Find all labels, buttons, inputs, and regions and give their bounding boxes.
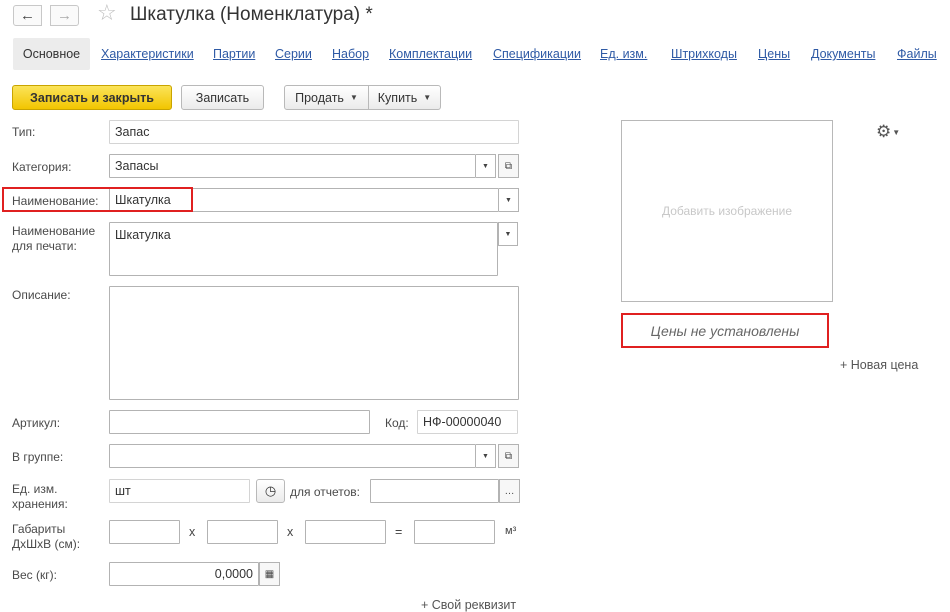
unit-label-line1: Ед. изм. [12,482,58,496]
tab-characteristics[interactable]: Характеристики [101,47,194,61]
unit-label-line2: хранения: [12,497,68,511]
weight-label: Вес (кг): [12,568,57,582]
sell-button-label: Продать [295,90,344,105]
code-field[interactable]: НФ-00000040 [417,410,518,434]
category-open-button[interactable]: ⧉ [498,154,519,178]
length-field[interactable] [109,520,180,544]
image-placeholder[interactable]: Добавить изображение [621,120,833,302]
article-label: Артикул: [12,416,61,430]
calculator-icon: ▦ [264,568,275,580]
chevron-down-icon: ▼ [505,196,512,204]
type-field[interactable]: Запас [109,120,519,144]
weight-field[interactable]: 0,0000 [109,562,259,586]
page-title: Шкатулка (Номенклатура) * [130,4,373,25]
height-field[interactable] [305,520,386,544]
unit-field[interactable]: шт [109,479,250,503]
tab-specifications[interactable]: Спецификации [493,47,581,61]
equals-sign: = [395,525,403,539]
chevron-down-icon: ▼ [892,127,901,137]
tab-documents[interactable]: Документы [811,47,875,61]
group-field[interactable] [109,444,476,468]
category-dropdown-button[interactable]: ▼ [476,154,496,178]
multiply-sign: х [287,525,294,539]
print-name-label-line2: для печати: [12,239,77,253]
forward-button[interactable]: → [50,5,79,26]
tab-prices[interactable]: Цены [758,47,790,61]
group-dropdown-button[interactable]: ▼ [476,444,496,468]
description-label: Описание: [12,288,71,302]
new-price-link[interactable]: + Новая цена [840,358,918,372]
dimensions-label-line2: ДхШхВ (см): [12,537,81,551]
chevron-down-icon: ▼ [482,452,489,460]
tab-set[interactable]: Набор [332,47,369,61]
buy-button[interactable]: Купить ▼ [368,85,441,110]
open-window-icon: ⧉ [504,160,513,172]
sell-button[interactable]: Продать ▼ [284,85,369,110]
buy-button-label: Купить [377,90,418,105]
tab-series[interactable]: Серии [275,47,312,61]
gear-icon: ⚙ [876,122,892,141]
category-label: Категория: [12,160,72,174]
volume-field[interactable] [414,520,495,544]
report-unit-field[interactable] [370,479,499,503]
name-highlight-box [2,187,193,212]
tab-units[interactable]: Ед. изм. [600,47,647,61]
description-field[interactable] [109,286,519,400]
prices-status: Цены не установлены [621,313,829,348]
name-dropdown-button[interactable]: ▼ [499,188,519,212]
back-button[interactable]: ← [13,5,42,26]
print-name-field[interactable]: Шкатулка [109,222,498,276]
ellipsis-icon: … [504,485,515,497]
type-label: Тип: [12,125,36,139]
group-open-button[interactable]: ⧉ [498,444,519,468]
chevron-down-icon: ▼ [349,93,358,102]
history-clock-icon: ◷ [264,483,277,498]
arrow-left-icon: ← [20,7,35,24]
dimensions-label-line1: Габариты [12,522,66,536]
settings-menu-button[interactable]: ⚙▼ [876,123,900,140]
add-custom-attribute-link[interactable]: + Свой реквизит [421,598,516,612]
report-unit-label: для отчетов: [290,485,361,499]
tab-batches[interactable]: Партии [213,47,255,61]
chevron-down-icon: ▼ [482,162,489,170]
report-unit-select-button[interactable]: … [499,479,520,503]
chevron-down-icon: ▼ [504,230,512,238]
unit-history-button[interactable]: ◷ [256,479,285,503]
favorite-star-icon[interactable]: ☆ [97,2,117,24]
category-field[interactable]: Запасы [109,154,476,178]
save-button[interactable]: Записать [181,85,264,110]
print-name-dropdown-button[interactable]: ▼ [498,222,518,246]
multiply-sign: х [189,525,196,539]
arrow-right-icon: → [57,7,72,24]
tab-files[interactable]: Файлы [897,47,937,61]
volume-unit: м³ [505,525,517,537]
save-and-close-button[interactable]: Записать и закрыть [12,85,172,110]
add-image-text: Добавить изображение [661,204,793,218]
open-window-icon: ⧉ [504,450,513,462]
chevron-down-icon: ▼ [423,93,432,102]
tab-barcodes[interactable]: Штрихкоды [671,47,737,61]
article-field[interactable] [109,410,370,434]
print-name-label-line1: Наименование [12,224,96,238]
group-label: В группе: [12,450,64,464]
calculator-button[interactable]: ▦ [259,562,280,586]
tab-configurations[interactable]: Комплектации [389,47,472,61]
width-field[interactable] [207,520,278,544]
tab-main[interactable]: Основное [13,38,90,70]
code-label: Код: [385,416,409,430]
